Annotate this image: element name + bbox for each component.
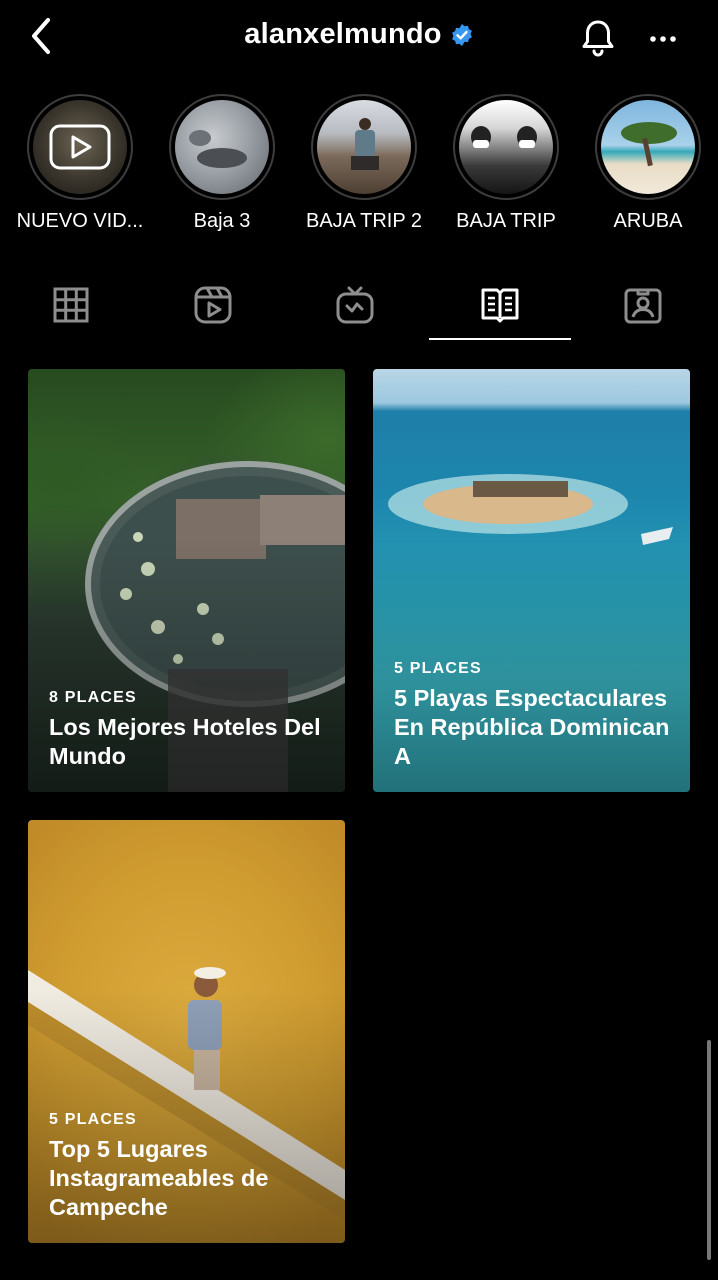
highlight-cover xyxy=(459,100,553,194)
guide-places-count: 5 PLACES xyxy=(394,660,482,677)
scrollbar[interactable] xyxy=(707,1040,711,1260)
verified-badge-icon xyxy=(451,23,472,46)
highlight-cover xyxy=(317,100,411,194)
highlight-nuevo-video[interactable]: NUEVO VID... xyxy=(9,94,151,233)
profile-tabs xyxy=(0,270,718,342)
username[interactable]: alanxelmundo xyxy=(244,18,441,51)
guide-text: 5 PLACES 5 Playas Espectaculares En Repú… xyxy=(394,660,672,771)
play-video-icon xyxy=(49,124,111,170)
guide-card-hoteles[interactable]: 8 PLACES Los Mejores Hoteles Del Mundo xyxy=(28,369,345,792)
guide-title: 5 Playas Espectaculares En República Dom… xyxy=(394,685,670,769)
highlight-cover xyxy=(175,100,269,194)
tagged-icon xyxy=(624,288,662,324)
reels-icon xyxy=(194,286,232,324)
tab-guides[interactable] xyxy=(429,270,571,340)
more-options-icon[interactable] xyxy=(648,24,678,54)
highlight-ring xyxy=(453,94,559,200)
highlight-baja-trip[interactable]: BAJA TRIP xyxy=(435,94,577,233)
highlight-ring xyxy=(27,94,133,200)
guide-title: Top 5 Lugares Instagrameables de Campech… xyxy=(49,1136,269,1220)
guide-card-playas[interactable]: 5 PLACES 5 Playas Espectaculares En Repú… xyxy=(373,369,690,792)
highlight-label: BAJA TRIP 2 xyxy=(306,210,422,232)
highlight-label: Baja 3 xyxy=(193,210,251,232)
notifications-bell-icon[interactable] xyxy=(578,16,618,60)
grid-icon xyxy=(53,287,89,323)
highlight-cover xyxy=(601,100,695,194)
highlight-baja-3[interactable]: Baja 3 xyxy=(151,94,293,233)
highlight-label: ARUBA xyxy=(613,210,683,232)
tab-posts-grid[interactable] xyxy=(0,270,142,340)
tab-tagged[interactable] xyxy=(572,270,714,340)
tab-reels[interactable] xyxy=(142,270,284,340)
tab-igtv[interactable] xyxy=(284,270,426,340)
guide-text: 5 PLACES Top 5 Lugares Instagrameables d… xyxy=(49,1111,327,1222)
highlight-ring xyxy=(595,94,701,200)
story-highlights-row: NUEVO VID... Baja 3 BAJA TRIP 2 BAJA TRI… xyxy=(0,94,718,244)
guide-card-campeche[interactable]: 5 PLACES Top 5 Lugares Instagrameables d… xyxy=(28,820,345,1243)
highlight-label: NUEVO VID... xyxy=(16,210,144,232)
top-bar: alanxelmundo xyxy=(0,0,718,80)
guide-title: Los Mejores Hoteles Del Mundo xyxy=(49,714,321,769)
guides-icon xyxy=(481,288,519,323)
guide-places-count: 8 PLACES xyxy=(49,689,137,706)
highlight-cover xyxy=(33,100,127,194)
highlight-aruba[interactable]: ARUBA xyxy=(577,94,718,233)
highlight-ring xyxy=(311,94,417,200)
guide-places-count: 5 PLACES xyxy=(49,1111,137,1128)
highlight-baja-trip-2[interactable]: BAJA TRIP 2 xyxy=(293,94,435,233)
highlight-ring xyxy=(169,94,275,200)
guide-text: 8 PLACES Los Mejores Hoteles Del Mundo xyxy=(49,689,327,771)
highlight-label: BAJA TRIP xyxy=(456,210,556,232)
igtv-icon xyxy=(336,286,374,324)
